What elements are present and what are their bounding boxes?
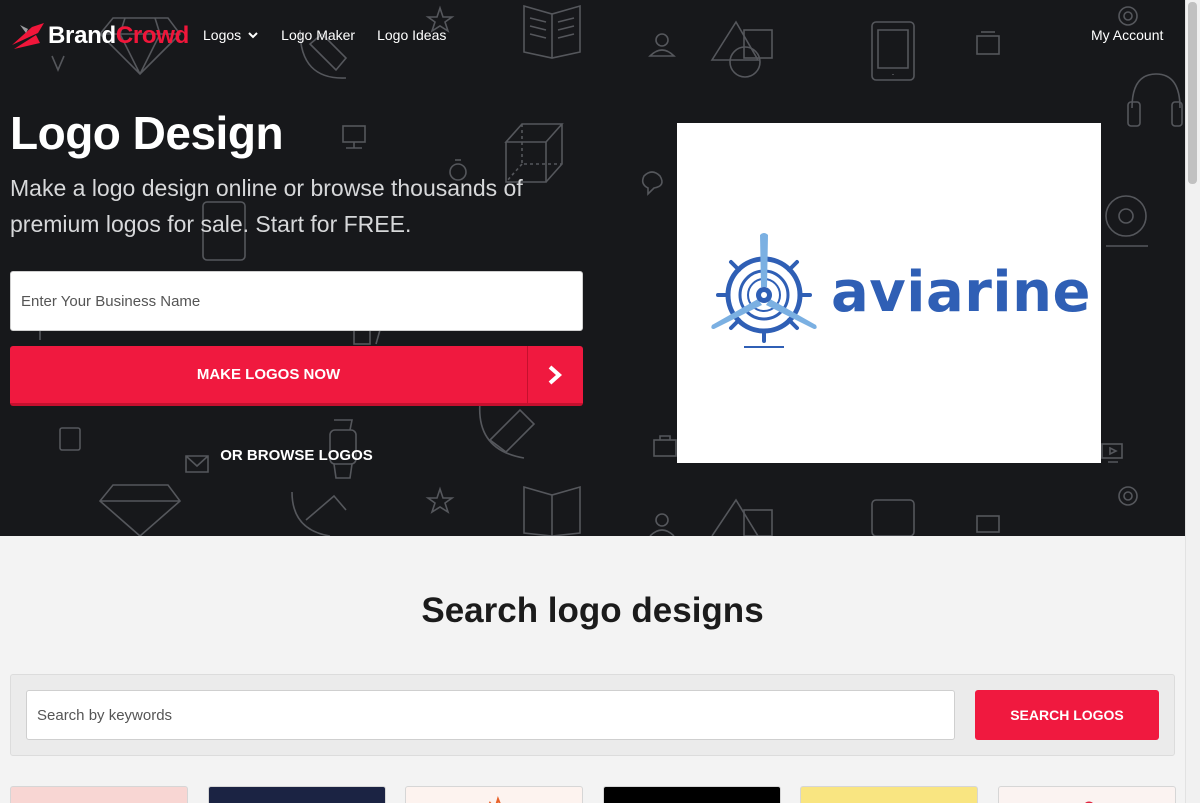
brand-logo[interactable]: BrandCrowd bbox=[10, 20, 189, 52]
chevron-down-icon bbox=[248, 32, 258, 39]
logo-thumbnail[interactable] bbox=[800, 786, 978, 803]
search-section-title: Search logo designs bbox=[421, 591, 764, 630]
logo-thumbnail[interactable] bbox=[208, 786, 386, 803]
page-title: Logo Design bbox=[10, 107, 284, 159]
scrollbar-thumb[interactable] bbox=[1188, 2, 1197, 184]
featured-logo-text: aviarine bbox=[831, 260, 1091, 325]
brand-name: BrandCrowd bbox=[48, 22, 190, 49]
logo-thumbnail[interactable] bbox=[10, 786, 188, 803]
logo-thumbnail[interactable] bbox=[998, 786, 1176, 803]
button-divider bbox=[527, 346, 528, 403]
starburst-icon bbox=[488, 795, 501, 803]
hero-subtitle: Make a logo design online or browse thou… bbox=[10, 175, 523, 237]
browse-logos-link[interactable]: OR BROWSE LOGOS bbox=[10, 446, 583, 466]
page-scrollbar[interactable] bbox=[1185, 0, 1200, 803]
make-logos-button[interactable]: MAKE LOGOS NOW bbox=[10, 346, 583, 406]
make-logos-label: MAKE LOGOS NOW bbox=[196, 366, 341, 383]
keyword-search-input[interactable] bbox=[26, 690, 955, 740]
main-nav: Logos Logo Maker Logo Ideas bbox=[203, 25, 468, 45]
nav-logo-maker[interactable]: Logo Maker bbox=[281, 25, 355, 45]
brandcrowd-mark-icon bbox=[12, 23, 44, 49]
logo-thumbnail[interactable] bbox=[603, 786, 781, 803]
nav-logos[interactable]: Logos bbox=[203, 25, 259, 45]
my-account-link[interactable]: My Account bbox=[1091, 25, 1163, 45]
chevron-right-icon bbox=[548, 365, 563, 385]
logo-thumbnail[interactable] bbox=[405, 786, 583, 803]
business-name-input[interactable] bbox=[10, 271, 583, 331]
nav-logo-ideas[interactable]: Logo Ideas bbox=[377, 25, 446, 45]
red-shape-icon bbox=[1085, 801, 1093, 803]
search-logos-button[interactable]: SEARCH LOGOS bbox=[975, 690, 1159, 740]
nav-logos-label: Logos bbox=[203, 27, 242, 43]
